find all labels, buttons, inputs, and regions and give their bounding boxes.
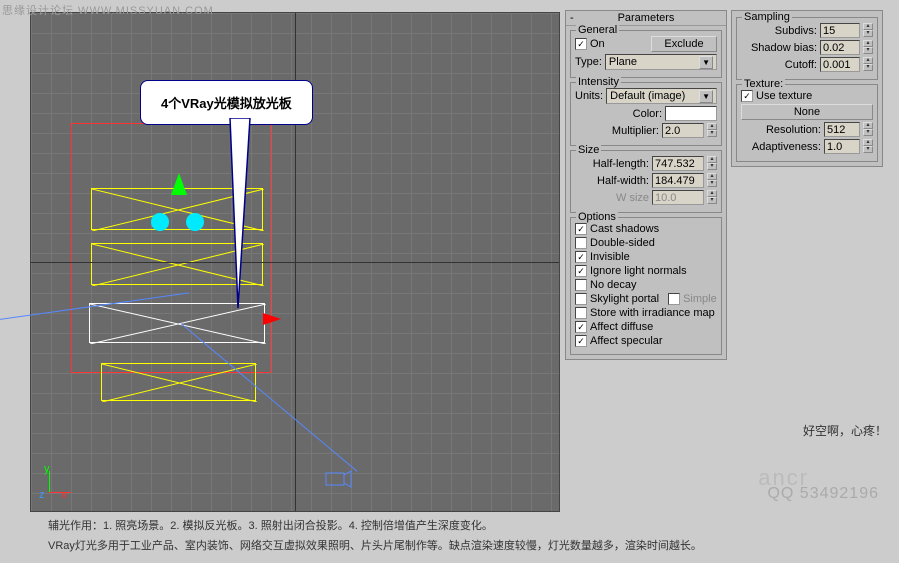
texture-none-button[interactable]: None <box>741 104 873 120</box>
invisible-label: Invisible <box>590 251 630 263</box>
sampling-group: Sampling Subdivs: 15 ▴▾ Shadow bias: 0.0… <box>736 17 878 80</box>
intensity-label: Intensity <box>576 76 621 88</box>
callout: 4个VRay光模拟放光板 <box>140 80 313 125</box>
caption: 辅光作用：1. 照亮场景。2. 模拟反光板。3. 照射出闭合投影。4. 控制倍增… <box>48 517 889 557</box>
caption-line1: 辅光作用：1. 照亮场景。2. 模拟反光板。3. 照射出闭合投影。4. 控制倍增… <box>48 517 889 537</box>
adaptiveness-label: Adaptiveness: <box>752 141 821 153</box>
use-texture-label: Use texture <box>756 90 812 102</box>
cast-shadows-checkbox[interactable]: ✓ <box>575 223 587 235</box>
cutoff-input[interactable]: 0.001 <box>820 57 860 72</box>
size-group: Size Half-length: 747.532 ▴▾ Half-width:… <box>570 150 722 213</box>
cast-shadows-label: Cast shadows <box>590 223 659 235</box>
cyan-dot-2 <box>186 213 204 231</box>
multiplier-input[interactable]: 2.0 <box>662 123 704 138</box>
invisible-checkbox[interactable]: ✓ <box>575 251 587 263</box>
affect-diffuse-checkbox[interactable]: ✓ <box>575 321 587 333</box>
resolution-spinner[interactable]: ▴▾ <box>863 122 873 137</box>
main-area: yxz 4个VRay光模拟放光板 -Parameters General ✓ O… <box>0 0 899 563</box>
multiplier-label: Multiplier: <box>612 125 659 137</box>
sampling-rollout: Sampling Subdivs: 15 ▴▾ Shadow bias: 0.0… <box>731 10 883 167</box>
color-label: Color: <box>633 108 662 120</box>
options-group: Options ✓Cast shadows Double-sided ✓Invi… <box>570 217 722 355</box>
cutoff-spinner[interactable]: ▴▾ <box>863 57 873 72</box>
units-select[interactable]: Default (image) <box>606 88 717 104</box>
cyan-dot-1 <box>151 213 169 231</box>
camera-icon <box>321 463 351 493</box>
subdivs-label: Subdivs: <box>775 25 817 37</box>
use-texture-checkbox[interactable]: ✓ <box>741 90 753 102</box>
adaptiveness-spinner[interactable]: ▴▾ <box>863 139 873 154</box>
simple-label: Simple <box>683 293 717 305</box>
skylight-portal-checkbox[interactable] <box>575 293 587 305</box>
yellow-rect-3 <box>101 363 256 401</box>
half-length-label: Half-length: <box>593 158 649 170</box>
subdivs-input[interactable]: 15 <box>820 23 860 38</box>
texture-label: Texture: <box>742 78 785 90</box>
affect-specular-label: Affect specular <box>590 335 663 347</box>
sampling-label: Sampling <box>742 11 792 23</box>
units-label: Units: <box>575 90 603 102</box>
shadow-bias-spinner[interactable]: ▴▾ <box>863 40 873 55</box>
half-width-label: Half-width: <box>597 175 649 187</box>
affect-diffuse-label: Affect diffuse <box>590 321 653 333</box>
double-sided-label: Double-sided <box>590 237 655 249</box>
half-width-input[interactable]: 184.479 <box>652 173 704 188</box>
type-select[interactable]: Plane <box>605 54 717 70</box>
intensity-group: Intensity Units: Default (image) Color: … <box>570 82 722 146</box>
subdivs-spinner[interactable]: ▴▾ <box>863 23 873 38</box>
general-label: General <box>576 24 619 36</box>
watermark-top: 思缘设计论坛 WWW.MISSYUAN.COM <box>2 2 214 18</box>
simple-checkbox <box>668 293 680 305</box>
size-label: Size <box>576 144 601 156</box>
color-swatch[interactable] <box>665 106 717 121</box>
texture-group: Texture: ✓Use texture None Resolution: 5… <box>736 84 878 162</box>
options-label: Options <box>576 211 618 223</box>
half-width-spinner[interactable]: ▴▾ <box>707 173 717 188</box>
resolution-label: Resolution: <box>766 124 821 136</box>
half-length-input[interactable]: 747.532 <box>652 156 704 171</box>
w-size-spinner: ▴▾ <box>707 190 717 205</box>
skylight-portal-label: Skylight portal <box>590 293 659 305</box>
adaptiveness-input[interactable]: 1.0 <box>824 139 860 154</box>
watermark-qq: QQ 53492196 <box>767 485 879 503</box>
parameters-rollout: -Parameters General ✓ On Exclude Type: P… <box>565 10 727 360</box>
type-label: Type: <box>575 56 602 68</box>
on-checkbox[interactable]: ✓ <box>575 38 587 50</box>
general-group: General ✓ On Exclude Type: Plane <box>570 30 722 78</box>
no-decay-label: No decay <box>590 279 636 291</box>
half-length-spinner[interactable]: ▴▾ <box>707 156 717 171</box>
side-comment: 好空啊，心疼！ <box>803 422 887 439</box>
double-sided-checkbox[interactable] <box>575 237 587 249</box>
w-size-label: W size <box>616 192 649 204</box>
shadow-bias-input[interactable]: 0.02 <box>820 40 860 55</box>
arrow-y-icon <box>171 173 187 195</box>
no-decay-checkbox[interactable] <box>575 279 587 291</box>
shadow-bias-label: Shadow bias: <box>751 42 817 54</box>
caption-line2: VRay灯光多用于工业产品、室内装饰、网络交互虚拟效果照明、片头片尾制作等。缺点… <box>48 537 889 557</box>
store-irradiance-label: Store with irradiance map <box>590 307 715 319</box>
ignore-normals-checkbox[interactable]: ✓ <box>575 265 587 277</box>
w-size-input: 10.0 <box>652 190 704 205</box>
multiplier-spinner[interactable]: ▴▾ <box>707 123 717 138</box>
resolution-input[interactable]: 512 <box>824 122 860 137</box>
on-label: On <box>590 38 605 50</box>
ignore-normals-label: Ignore light normals <box>590 265 687 277</box>
panels: -Parameters General ✓ On Exclude Type: P… <box>565 10 891 360</box>
cutoff-label: Cutoff: <box>785 59 817 71</box>
store-irradiance-checkbox[interactable] <box>575 307 587 319</box>
affect-specular-checkbox[interactable]: ✓ <box>575 335 587 347</box>
exclude-button[interactable]: Exclude <box>651 36 717 52</box>
